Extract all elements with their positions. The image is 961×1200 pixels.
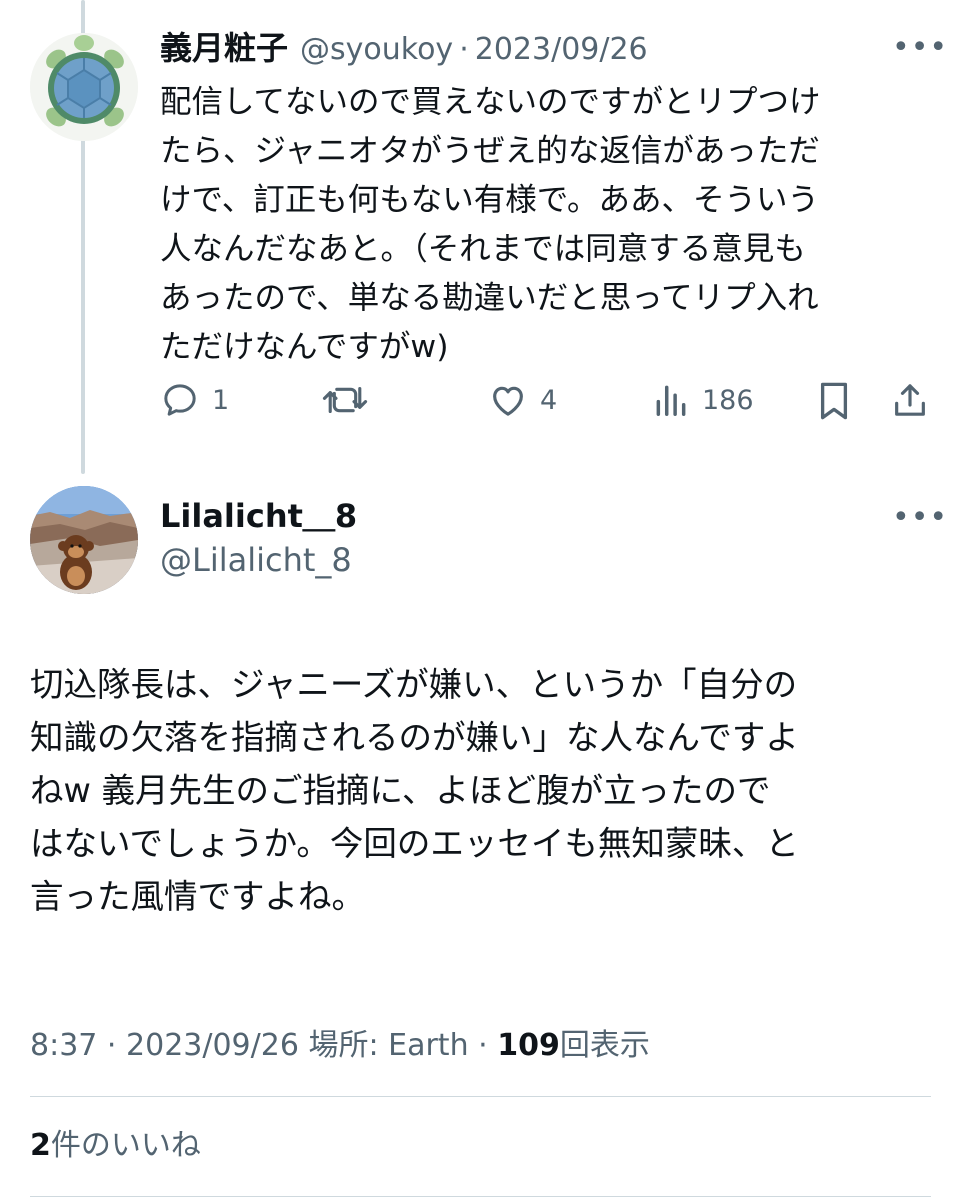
avatar-syoukoy[interactable] xyxy=(30,33,138,141)
more-icon: ••• xyxy=(892,30,949,65)
tweet-text-line: 言った風情ですよね。 xyxy=(30,877,365,916)
tweet-text-line: けで、訂正も何もない有様で。ああ、そういう xyxy=(160,182,819,218)
display-name[interactable]: 義月粧子 xyxy=(160,28,288,68)
likes-count: 2 xyxy=(30,1128,51,1163)
like-count: 4 xyxy=(540,384,558,416)
tweet-text-line: 切込隊長は、ジャニーズが嫌い、というか「自分の xyxy=(30,665,798,704)
tweet-text-line: 知識の欠落を指摘されるのが嫌い」な人なんですよ xyxy=(30,718,799,757)
views-button[interactable]: 186 xyxy=(652,380,754,420)
views-count: 109 xyxy=(497,1028,560,1063)
tweet-meta: 8:37 · 2023/09/26 場所: Earth · 109回表示 xyxy=(30,1024,650,1068)
handle[interactable]: @Lilalicht_8 xyxy=(160,540,352,580)
tweet1-header: 義月粧子 @syoukoy · 2023/09/26 xyxy=(160,28,648,68)
tweet-text-line: ねw 義月先生のご指摘に、よほど腹が立ったので xyxy=(30,771,771,810)
bar-chart-icon xyxy=(656,385,686,416)
retweet-icon xyxy=(322,386,368,414)
post-date[interactable]: 2023/09/26 xyxy=(126,1028,299,1063)
tweet-text-line: 配信してないので買えないのですがとリプつけ xyxy=(160,84,821,120)
location: 場所: Earth xyxy=(308,1028,469,1063)
more-options-button[interactable]: ••• xyxy=(892,30,948,65)
divider xyxy=(30,1096,931,1097)
tweet-text-line: あったので、単なる勘違いだと思ってリプ入れ xyxy=(160,280,819,316)
bookmark-button[interactable] xyxy=(816,380,852,422)
reply-count: 1 xyxy=(212,384,230,416)
avatar-lilalicht[interactable] xyxy=(30,486,138,594)
tweet1-text: 配信してないので買えないのですがとリプつけ たら、ジャニオタがうぜえ的な返信があ… xyxy=(160,78,900,372)
tweet-text-line: ただけなんですがw) xyxy=(160,329,449,365)
divider xyxy=(30,1196,931,1197)
canyon-monkey-avatar-image xyxy=(30,486,138,594)
more-icon: ••• xyxy=(892,500,949,535)
heart-icon xyxy=(493,386,523,416)
view-count: 186 xyxy=(702,384,754,416)
likes-label: 件のいいね xyxy=(50,1128,201,1163)
likes-link[interactable]: 2件のいいね xyxy=(30,1124,201,1168)
more-options-button[interactable]: ••• xyxy=(892,500,948,535)
bookmark-icon xyxy=(820,382,848,420)
separator: · xyxy=(459,32,469,67)
retweet-button[interactable] xyxy=(322,380,368,420)
turtle-avatar-image xyxy=(30,33,138,141)
tweet2-text: 切込隊長は、ジャニーズが嫌い、というか「自分の 知識の欠落を指摘されるのが嫌い」… xyxy=(30,658,950,923)
handle[interactable]: @syoukoy xyxy=(300,32,453,67)
separator: · xyxy=(478,1028,488,1063)
tweet-text-line: たら、ジャニオタがうぜえ的な返信があっただ xyxy=(160,133,820,169)
display-name[interactable]: Lilalicht＿8 xyxy=(160,496,357,536)
reply-button[interactable]: 1 xyxy=(160,380,229,420)
share-icon xyxy=(895,384,925,416)
share-button[interactable] xyxy=(890,380,930,420)
tweet-text-line: はないでしょうか。今回のエッセイも無知蒙昧、と xyxy=(30,824,799,863)
separator: · xyxy=(106,1028,117,1063)
tweet-text-line: 人なんだなあと。（それまでは同意する意見も xyxy=(160,231,806,267)
views-label: 回表示 xyxy=(559,1028,650,1063)
like-button[interactable]: 4 xyxy=(488,380,557,420)
post-date[interactable]: 2023/09/26 xyxy=(475,32,648,67)
reply-icon xyxy=(164,384,196,416)
post-time[interactable]: 8:37 xyxy=(30,1028,97,1063)
